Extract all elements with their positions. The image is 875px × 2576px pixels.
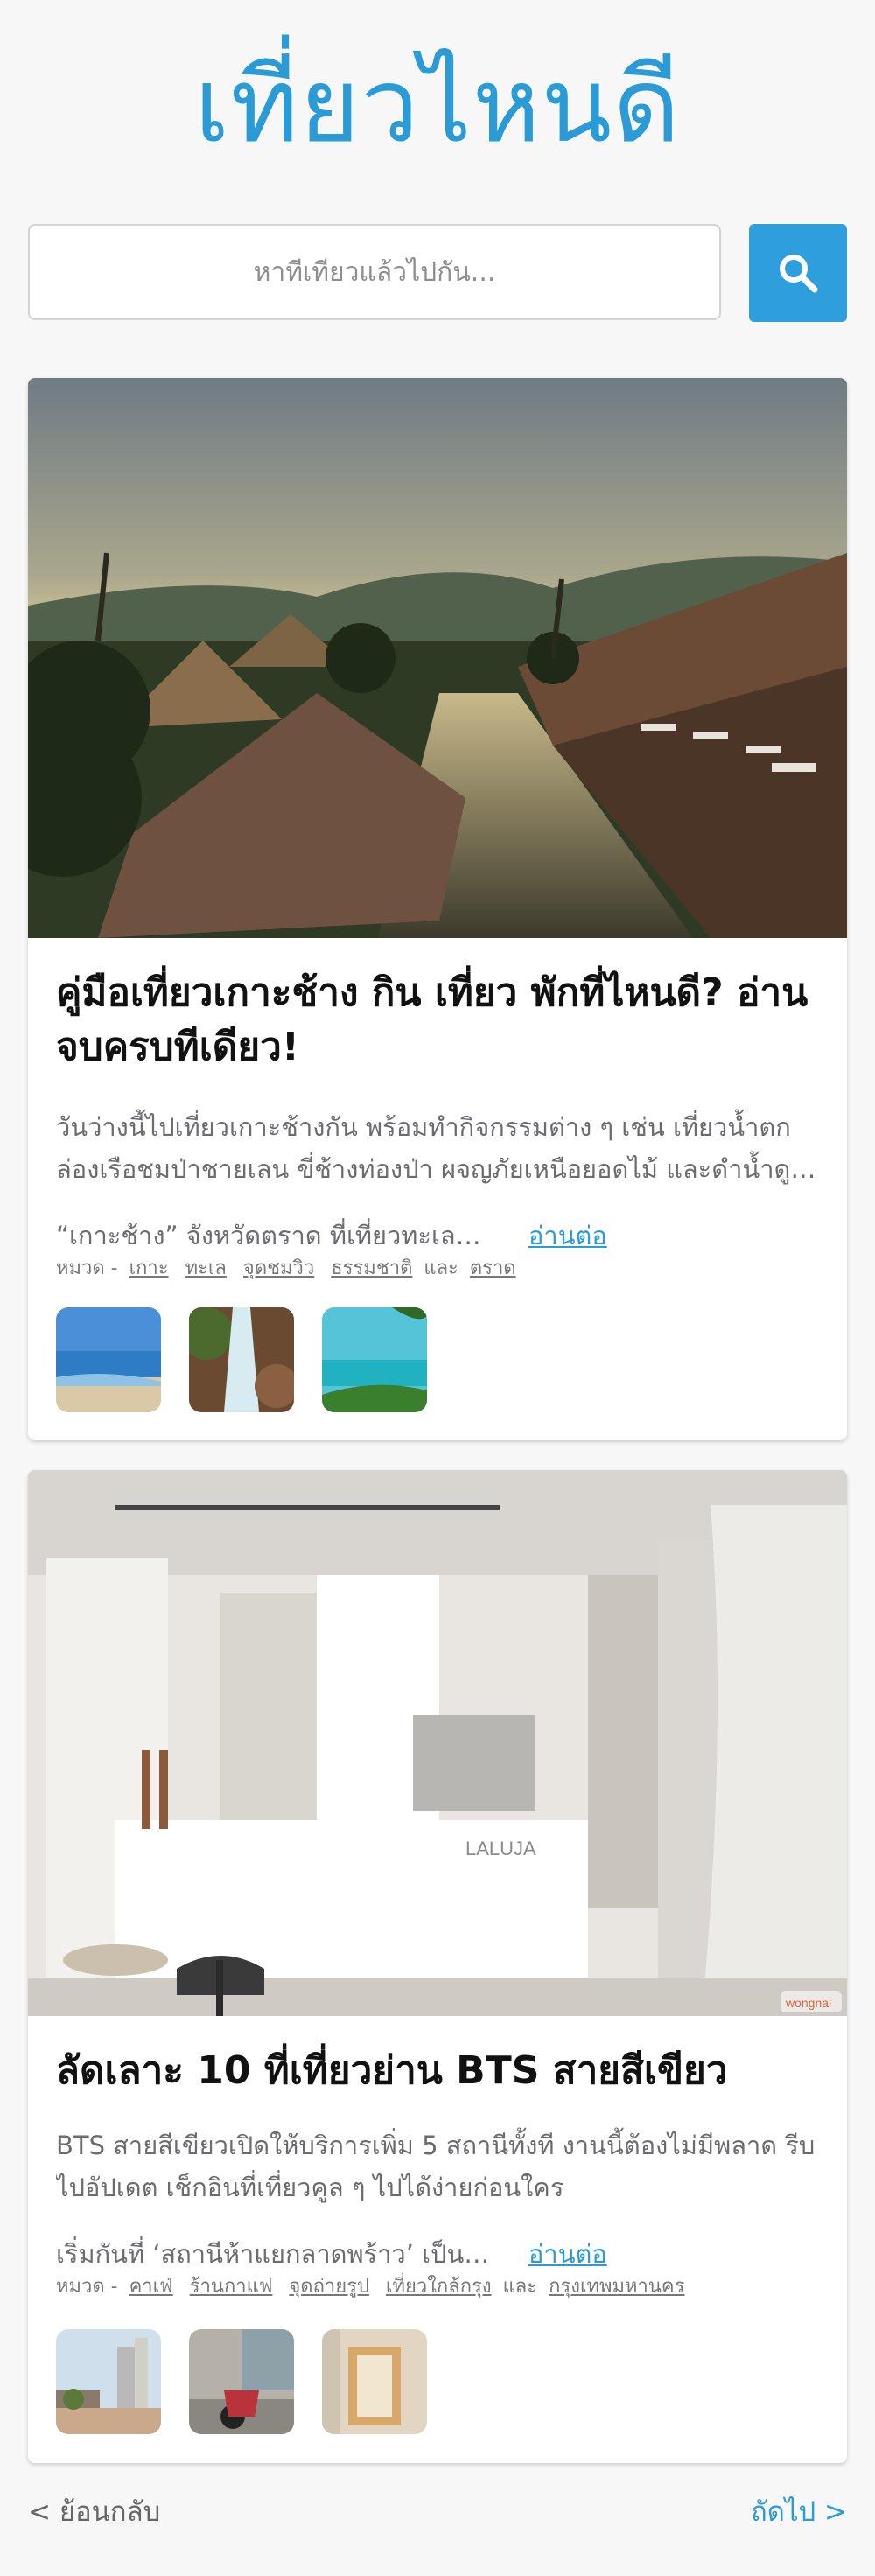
category-label: หมวด - bbox=[56, 2276, 118, 2298]
tag-link[interactable]: จุดชมวิว bbox=[243, 1257, 314, 1279]
tag-link[interactable]: ร้านกาแฟ bbox=[190, 2276, 273, 2298]
search-icon bbox=[780, 255, 818, 293]
and-label: และ bbox=[502, 2276, 538, 2298]
tag-link[interactable]: ทะเล bbox=[186, 1257, 227, 1279]
tag-link[interactable]: จุดถ่ายรูป bbox=[289, 2276, 369, 2298]
and-label: และ bbox=[424, 1257, 458, 1279]
pagination-next-link[interactable]: ถัดไป > bbox=[751, 2490, 847, 2534]
thumbnail-beach[interactable] bbox=[56, 1307, 161, 1412]
article-title[interactable]: คู่มือเที่ยวเกาะช้าง กิน เที่ยว พักที่ไห… bbox=[56, 966, 819, 1074]
article-tags: หมวด - เกาะ ทะเล จุดชมวิว ธรรมชาติ และ ต… bbox=[56, 1253, 819, 1284]
category-label: หมวด - bbox=[56, 1257, 118, 1279]
search-box[interactable] bbox=[28, 224, 721, 320]
wongnai-watermark: wongnai bbox=[785, 1996, 831, 2010]
article-card[interactable]: LALUJA wongnai ลัดเลาะ 10 ที่เที่ยวย่าน … bbox=[28, 1470, 847, 2463]
article-tags: หมวด - คาเฟ่ ร้านกาแฟ จุดถ่ายรูป เที่ยวใ… bbox=[56, 2272, 819, 2303]
tag-link[interactable]: คาเฟ่ bbox=[130, 2276, 173, 2298]
article-excerpt: “เกาะช้าง” จังหวัดตราด ที่เที่ยวทะเลสวยท… bbox=[56, 1221, 494, 1250]
location-link[interactable]: ตราด bbox=[470, 1257, 516, 1279]
thumbnail-island[interactable] bbox=[322, 1307, 427, 1412]
article-thumbnails bbox=[56, 2329, 427, 2434]
article-title[interactable]: ลัดเลาะ 10 ที่เที่ยวย่าน BTS สายสีเขียว bbox=[56, 2044, 819, 2098]
thumbnail-waterfall[interactable] bbox=[189, 1307, 294, 1412]
location-link[interactable]: กรุงเทพมหานคร bbox=[549, 2276, 684, 2298]
thumbnail-cafe-shop[interactable] bbox=[322, 2329, 427, 2434]
tag-link[interactable]: ธรรมชาติ bbox=[331, 1257, 412, 1279]
article-thumbnails bbox=[56, 1307, 427, 1412]
article-description: BTS สายสีเขียวเปิดให้บริการเพิ่ม 5 สถานี… bbox=[56, 2131, 816, 2202]
tag-link[interactable]: เที่ยวใกล้กรุง bbox=[386, 2276, 492, 2298]
article-description: วันว่างนี้ไปเที่ยวเกาะช้างกัน พร้อมทำกิจ… bbox=[56, 1112, 791, 1184]
site-title: เที่ยวไหนดี bbox=[194, 45, 681, 165]
article-image-resort-pool[interactable] bbox=[28, 378, 847, 938]
read-more-link[interactable]: อ่านต่อ bbox=[528, 1221, 607, 1250]
article-image-cafe-interior[interactable]: LALUJA wongnai bbox=[28, 1470, 847, 2016]
tag-link[interactable]: เกาะ bbox=[130, 1257, 169, 1279]
article-excerpt: เริ่มกันที่ ‘สถานีห้าแยกลาดพร้าว’ เป็นสถ… bbox=[56, 2239, 494, 2269]
search-button[interactable] bbox=[749, 224, 847, 322]
read-more-link[interactable]: อ่านต่อ bbox=[528, 2239, 607, 2269]
article-excerpt-row: “เกาะช้าง” จังหวัดตราด ที่เที่ยวทะเลสวยท… bbox=[56, 1214, 819, 1256]
article-excerpt-row: เริ่มกันที่ ‘สถานีห้าแยกลาดพร้าว’ เป็นสถ… bbox=[56, 2233, 819, 2275]
thumbnail-motorbike[interactable] bbox=[189, 2329, 294, 2434]
thumbnail-city-street[interactable] bbox=[56, 2329, 161, 2434]
counter-sign: LALUJA bbox=[466, 1838, 536, 1859]
pagination-prev-link[interactable]: < ย้อนกลับ bbox=[28, 2490, 160, 2534]
search-input[interactable] bbox=[30, 256, 719, 288]
article-card[interactable]: คู่มือเที่ยวเกาะช้าง กิน เที่ยว พักที่ไห… bbox=[28, 378, 847, 1440]
